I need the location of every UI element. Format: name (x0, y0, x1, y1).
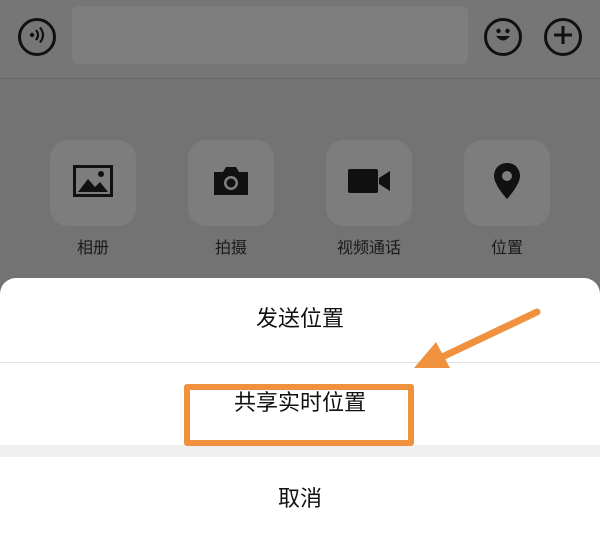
annotation-arrow-icon (414, 308, 541, 368)
